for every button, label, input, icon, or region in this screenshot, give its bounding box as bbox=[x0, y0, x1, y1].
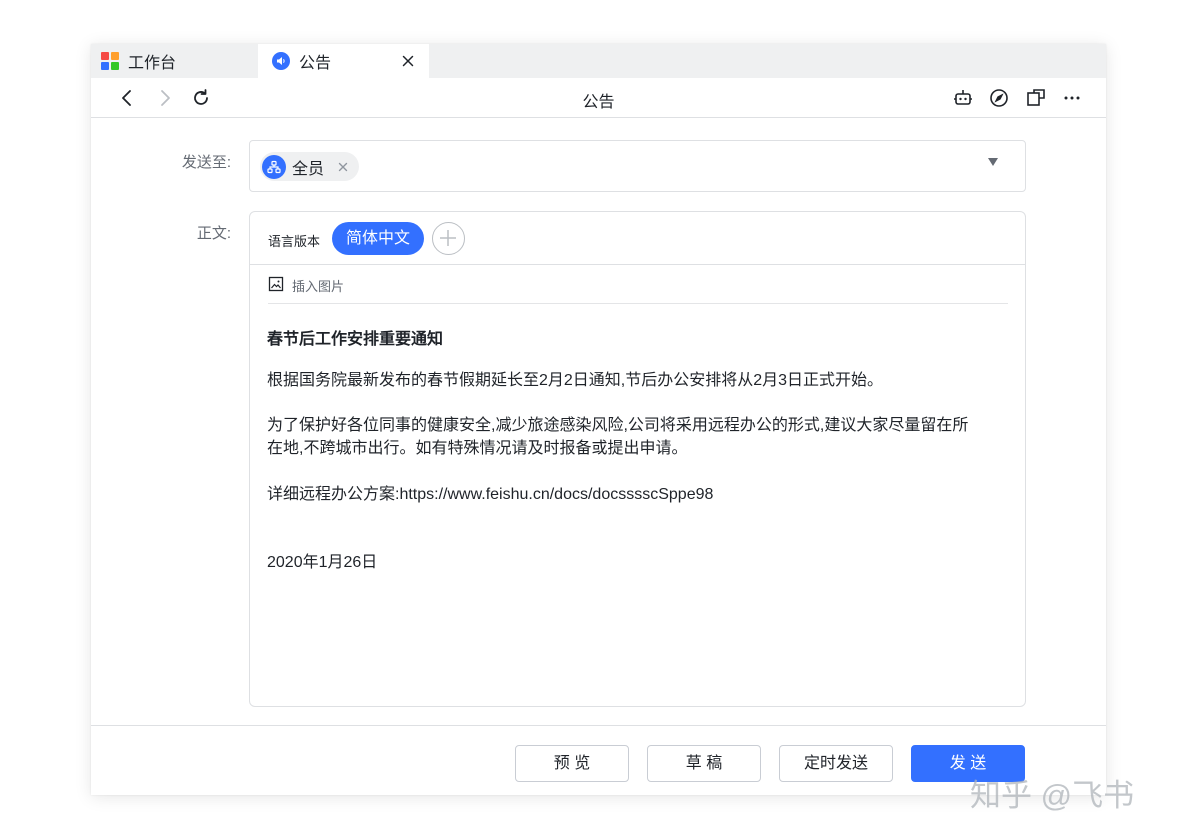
tab-workbench-label: 工作台 bbox=[128, 55, 177, 72]
plus-icon bbox=[440, 230, 456, 246]
content-paragraph: 根据国务院最新发布的春节假期延长至2月2日通知,节后办公安排将从2月3日正式开始… bbox=[267, 372, 884, 389]
close-icon[interactable] bbox=[399, 52, 417, 70]
tab-announcement[interactable]: 公告 bbox=[258, 44, 429, 78]
send-to-label: 发送至: bbox=[181, 154, 231, 171]
footer: 预 览 草 稿 定时发送 发 送 bbox=[91, 725, 1106, 795]
watermark: 知乎 @飞书 bbox=[970, 778, 1135, 813]
language-tab-active[interactable]: 简体中文 bbox=[332, 222, 424, 255]
add-language-button[interactable] bbox=[432, 222, 465, 255]
announcement-editor: 语言版本 简体中文 插入图片 春节后工作安排重要通知 根据国务院最新发布的春节假… bbox=[249, 211, 1026, 707]
app-window: 工作台 公告 公告 发送至: 全员 正文: 语言版本 简体中文 插入图片 春节后… bbox=[91, 44, 1106, 795]
content-title: 春节后工作安排重要通知 bbox=[267, 331, 444, 348]
recipient-chip-label: 全员 bbox=[292, 160, 325, 178]
language-version-label: 语言版本 bbox=[268, 234, 321, 249]
close-icon[interactable] bbox=[336, 160, 350, 174]
tab-strip: 工作台 公告 bbox=[91, 44, 1106, 78]
insert-image-label: 插入图片 bbox=[292, 279, 345, 294]
body-label: 正文: bbox=[196, 225, 231, 242]
content-paragraph: 在地,不跨城市出行。如有特殊情况请及时报备或提出申请。 bbox=[267, 440, 688, 457]
schedule-send-button[interactable]: 定时发送 bbox=[779, 745, 893, 782]
insert-image-button[interactable]: 插入图片 bbox=[268, 274, 1008, 304]
preview-button[interactable]: 预 览 bbox=[515, 745, 629, 782]
recipient-field[interactable]: 全员 bbox=[249, 140, 1026, 192]
image-icon bbox=[268, 276, 284, 292]
content-date: 2020年1月26日 bbox=[267, 554, 378, 571]
tab-announcement-label: 公告 bbox=[299, 55, 332, 72]
window-icon[interactable] bbox=[1025, 87, 1047, 109]
content-link[interactable]: 详细远程办公方案:https://www.feishu.cn/docs/docs… bbox=[267, 480, 713, 504]
triangle-down-icon[interactable] bbox=[987, 157, 999, 167]
draft-button[interactable]: 草 稿 bbox=[647, 745, 761, 782]
tab-workbench[interactable]: 工作台 bbox=[91, 44, 258, 78]
workbench-icon bbox=[101, 52, 119, 70]
compass-icon[interactable] bbox=[988, 87, 1010, 109]
more-icon[interactable] bbox=[1061, 87, 1083, 109]
recipient-chip: 全员 bbox=[260, 152, 359, 181]
announcement-icon bbox=[272, 52, 290, 70]
bot-icon[interactable] bbox=[952, 87, 974, 109]
org-icon bbox=[262, 154, 286, 179]
content-paragraph: 为了保护好各位同事的健康安全,减少旅途感染风险,公司将采用远程办公的形式,建议大… bbox=[267, 417, 969, 434]
toolbar: 公告 bbox=[91, 78, 1106, 118]
language-bar: 语言版本 简体中文 bbox=[250, 212, 1025, 265]
